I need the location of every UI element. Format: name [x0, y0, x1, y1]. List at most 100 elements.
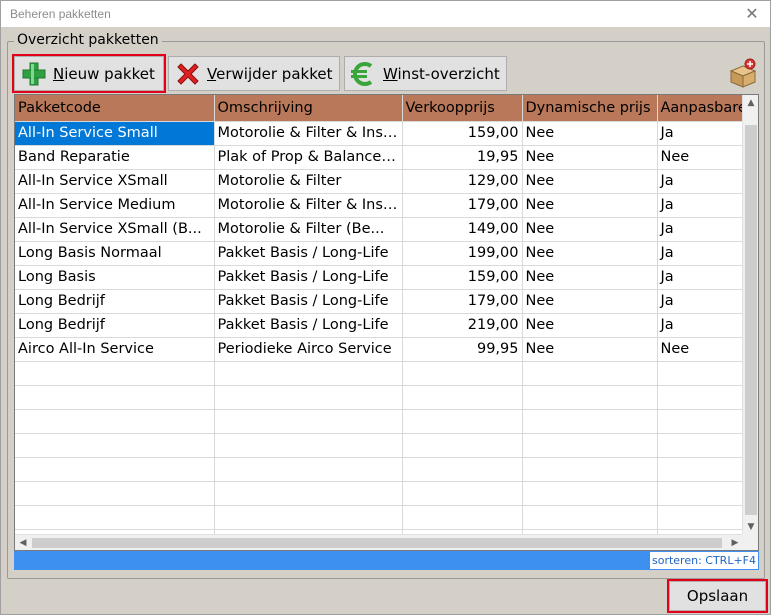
empty-table-row[interactable]: [15, 433, 744, 458]
empty-cell[interactable]: [657, 433, 744, 458]
empty-table-row[interactable]: [15, 409, 744, 434]
package-icon[interactable]: [726, 57, 760, 89]
empty-cell[interactable]: [522, 457, 658, 482]
empty-cell[interactable]: [15, 457, 215, 482]
empty-cell[interactable]: [522, 505, 658, 530]
empty-cell[interactable]: [657, 505, 744, 530]
cell-pakketcode[interactable]: All-In Service Small: [15, 121, 215, 146]
empty-table-row[interactable]: [15, 457, 744, 482]
cell-verkoopprijs[interactable]: 129,00: [402, 169, 523, 194]
empty-cell[interactable]: [657, 385, 744, 410]
table-row[interactable]: Long Basis Normaal Pakket Basis / Long-Li…: [15, 241, 744, 266]
cell-omschrijving[interactable]: Plak of Prop & Balanceren: [214, 145, 403, 170]
empty-cell[interactable]: [15, 385, 215, 410]
table-row[interactable]: All-In Service Medium Motorolie & Filter …: [15, 193, 744, 218]
cell-verkoopprijs[interactable]: 19,95: [402, 145, 523, 170]
empty-cell[interactable]: [15, 433, 215, 458]
empty-cell[interactable]: [214, 433, 403, 458]
cell-omschrijving[interactable]: Motorolie & Filter & Inspectie: [214, 193, 403, 218]
empty-table-row[interactable]: [15, 505, 744, 530]
column-header-omschrijving[interactable]: Omschrijving: [214, 95, 403, 122]
column-header-aanpasbare[interactable]: Aanpasbare: [657, 95, 744, 122]
cell-aanpasbare[interactable]: Ja: [657, 121, 744, 146]
cell-dynamische-prijs[interactable]: Nee: [522, 313, 658, 338]
cell-dynamische-prijs[interactable]: Nee: [522, 337, 658, 362]
empty-cell[interactable]: [522, 433, 658, 458]
empty-cell[interactable]: [402, 457, 523, 482]
table-row[interactable]: Band Reparatie Plak of Prop & Balanceren 1…: [15, 145, 744, 170]
cell-omschrijving[interactable]: Pakket Basis / Long-Life: [214, 241, 403, 266]
cell-dynamische-prijs[interactable]: Nee: [522, 265, 658, 290]
empty-cell[interactable]: [657, 361, 744, 386]
empty-cell[interactable]: [402, 409, 523, 434]
cell-omschrijving[interactable]: Motorolie & Filter (Be...: [214, 217, 403, 242]
cell-pakketcode[interactable]: Long Basis: [15, 265, 215, 290]
table-row[interactable]: Long Basis Pakket Basis / Long-Life 159,00…: [15, 265, 744, 290]
cell-dynamische-prijs[interactable]: Nee: [522, 169, 658, 194]
cell-verkoopprijs[interactable]: 219,00: [402, 313, 523, 338]
scroll-up-icon[interactable]: ▲: [743, 95, 758, 111]
cell-omschrijving[interactable]: Motorolie & Filter: [214, 169, 403, 194]
cell-omschrijving[interactable]: Motorolie & Filter & Inspectie: [214, 121, 403, 146]
scroll-left-icon[interactable]: ◀: [15, 535, 31, 550]
empty-cell[interactable]: [214, 481, 403, 506]
empty-table-row[interactable]: [15, 385, 744, 410]
profit-overview-button[interactable]: Winst-overzicht: [344, 56, 507, 91]
cell-verkoopprijs[interactable]: 149,00: [402, 217, 523, 242]
cell-aanpasbare[interactable]: Nee: [657, 337, 744, 362]
column-header-pakketcode[interactable]: Pakketcode: [15, 95, 215, 122]
empty-cell[interactable]: [522, 409, 658, 434]
horizontal-scrollbar[interactable]: ◀ ▶: [15, 534, 743, 550]
cell-aanpasbare[interactable]: Ja: [657, 169, 744, 194]
empty-cell[interactable]: [402, 361, 523, 386]
cell-aanpasbare[interactable]: Ja: [657, 289, 744, 314]
empty-cell[interactable]: [657, 457, 744, 482]
cell-pakketcode[interactable]: All-In Service XSmall: [15, 169, 215, 194]
empty-cell[interactable]: [214, 361, 403, 386]
empty-cell[interactable]: [402, 385, 523, 410]
empty-cell[interactable]: [15, 409, 215, 434]
save-button[interactable]: Opslaan: [667, 579, 768, 613]
cell-dynamische-prijs[interactable]: Nee: [522, 193, 658, 218]
vertical-scrollbar[interactable]: ▲ ▼: [742, 95, 758, 535]
empty-cell[interactable]: [402, 481, 523, 506]
empty-cell[interactable]: [402, 433, 523, 458]
column-header-verkoopprijs[interactable]: Verkoopprijs: [402, 95, 523, 122]
cell-omschrijving[interactable]: Pakket Basis / Long-Life: [214, 289, 403, 314]
empty-cell[interactable]: [214, 409, 403, 434]
empty-cell[interactable]: [402, 505, 523, 530]
table-row[interactable]: All-In Service XSmall Motorolie & Filter 1…: [15, 169, 744, 194]
cell-omschrijving[interactable]: Periodieke Airco Service: [214, 337, 403, 362]
cell-aanpasbare[interactable]: Ja: [657, 313, 744, 338]
empty-cell[interactable]: [15, 505, 215, 530]
cell-pakketcode[interactable]: Band Reparatie: [15, 145, 215, 170]
cell-verkoopprijs[interactable]: 179,00: [402, 289, 523, 314]
cell-aanpasbare[interactable]: Ja: [657, 217, 744, 242]
cell-aanpasbare[interactable]: Nee: [657, 145, 744, 170]
packages-grid[interactable]: Pakketcode Omschrijving Verkoopprijs Dyn…: [14, 94, 759, 551]
cell-verkoopprijs[interactable]: 179,00: [402, 193, 523, 218]
empty-cell[interactable]: [657, 481, 744, 506]
empty-table-row[interactable]: [15, 481, 744, 506]
empty-table-row[interactable]: [15, 361, 744, 386]
cell-verkoopprijs[interactable]: 199,00: [402, 241, 523, 266]
cell-dynamische-prijs[interactable]: Nee: [522, 289, 658, 314]
table-row[interactable]: All-In Service Small Motorolie & Filter &…: [15, 121, 744, 146]
new-package-button[interactable]: Nieuw pakket: [12, 54, 166, 93]
column-header-dynamische-prijs[interactable]: Dynamische prijs: [522, 95, 658, 122]
cell-omschrijving[interactable]: Pakket Basis / Long-Life: [214, 313, 403, 338]
cell-pakketcode[interactable]: Long Basis Normaal: [15, 241, 215, 266]
empty-cell[interactable]: [657, 409, 744, 434]
cell-pakketcode[interactable]: Airco All-In Service: [15, 337, 215, 362]
table-row[interactable]: Long Bedrijf Pakket Basis / Long-Life 179,…: [15, 289, 744, 314]
cell-verkoopprijs[interactable]: 159,00: [402, 265, 523, 290]
scroll-down-icon[interactable]: ▼: [743, 519, 758, 535]
cell-aanpasbare[interactable]: Ja: [657, 193, 744, 218]
vertical-scroll-thumb[interactable]: [745, 125, 757, 515]
empty-cell[interactable]: [15, 361, 215, 386]
cell-omschrijving[interactable]: Pakket Basis / Long-Life: [214, 265, 403, 290]
cell-aanpasbare[interactable]: Ja: [657, 265, 744, 290]
cell-aanpasbare[interactable]: Ja: [657, 241, 744, 266]
empty-cell[interactable]: [15, 481, 215, 506]
cell-pakketcode[interactable]: Long Bedrijf: [15, 313, 215, 338]
